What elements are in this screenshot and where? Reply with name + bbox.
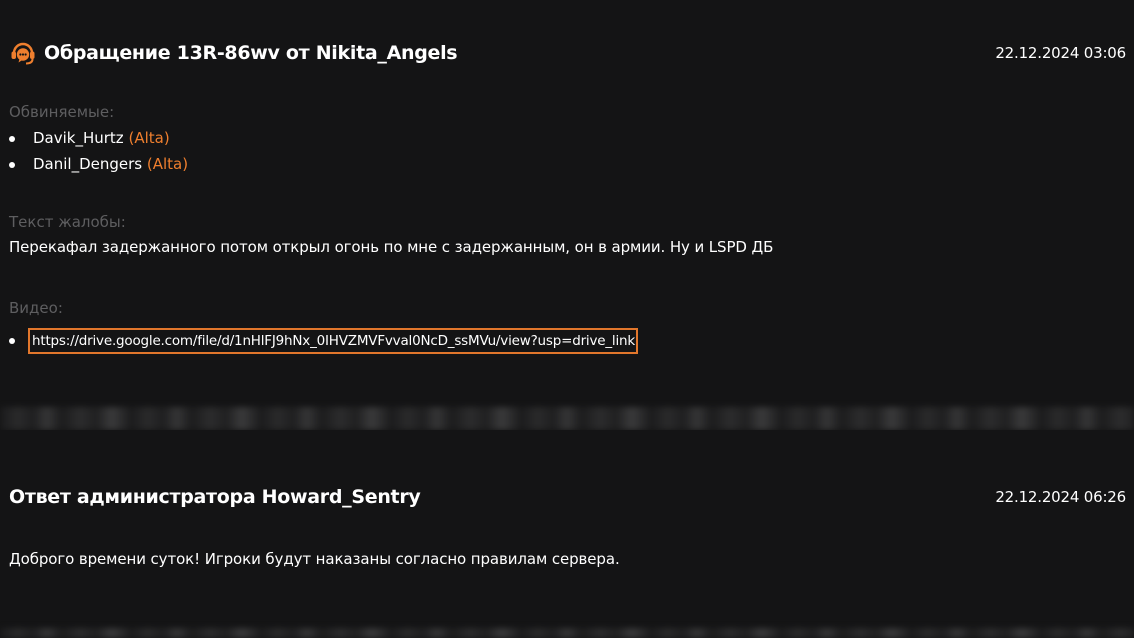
accused-faction: (Alta) (146, 155, 189, 173)
answer-text: Доброго времени суток! Игроки будут нака… (9, 550, 620, 568)
list-item: Danil_Dengers (Alta) (9, 151, 188, 177)
answer-header: Ответ администратора Howard_Sentry 22.12… (9, 482, 1126, 512)
complaint-title-wrap: Обращение 13R-86wv от Nikita_Angels (9, 39, 458, 67)
ticket-page: Обращение 13R-86wv от Nikita_Angels 22.1… (0, 0, 1134, 638)
list-item: https://drive.google.com/file/d/1nHlFJ9h… (9, 327, 638, 354)
answer-datetime: 22.12.2024 06:26 (995, 488, 1126, 506)
video-label: Видео: (9, 299, 63, 317)
video-list: https://drive.google.com/file/d/1nHlFJ9h… (9, 327, 638, 354)
accused-name: Danil_Dengers (33, 155, 143, 173)
accused-faction: (Alta) (128, 129, 170, 147)
complaint-header: Обращение 13R-86wv от Nikita_Angels 22.1… (9, 38, 1126, 68)
accused-list: Davik_Hurtz (Alta) Danil_Dengers (Alta) (9, 125, 188, 177)
answer-card: Ответ администратора Howard_Sentry 22.12… (0, 430, 1134, 628)
complaint-text: Перекафал задержанного потом открыл огон… (9, 238, 774, 256)
headset-chat-icon (9, 39, 37, 67)
accused-label: Обвиняемые: (9, 103, 115, 121)
complaint-datetime: 22.12.2024 03:06 (995, 44, 1126, 62)
accused-name: Davik_Hurtz (33, 129, 124, 147)
complaint-text-label: Текст жалобы: (9, 213, 126, 231)
blurred-background-strip (0, 407, 1134, 430)
blurred-background-strip (0, 628, 1134, 638)
answer-title: Ответ администратора Howard_Sentry (9, 486, 421, 508)
list-item: Davik_Hurtz (Alta) (9, 125, 188, 151)
complaint-title: Обращение 13R-86wv от Nikita_Angels (44, 42, 458, 64)
complaint-card: Обращение 13R-86wv от Nikita_Angels 22.1… (0, 0, 1134, 407)
video-link[interactable]: https://drive.google.com/file/d/1nHlFJ9h… (28, 328, 638, 354)
